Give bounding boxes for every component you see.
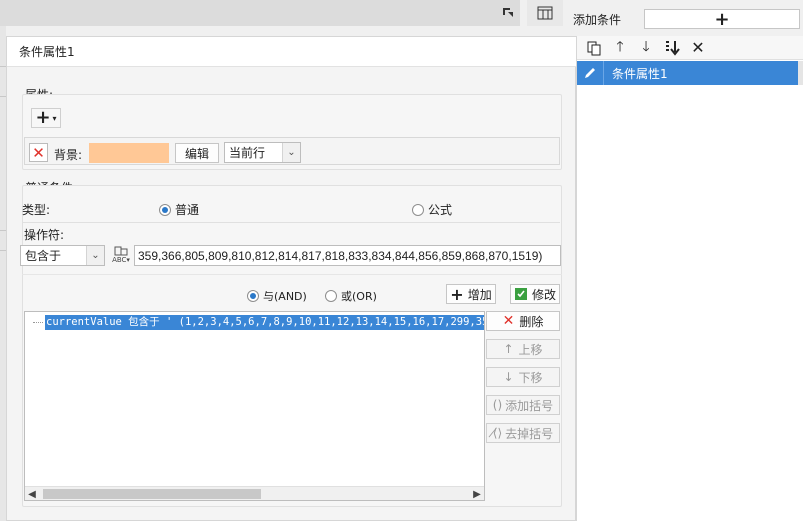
operator-select-value: 包含于 (25, 249, 62, 263)
logic-radio-or[interactable]: 或(OR) (325, 288, 377, 304)
layout-panel-tab[interactable] (527, 0, 563, 26)
type-radio-normal[interactable]: 普通 (159, 201, 199, 218)
delete-icon: ✕ (502, 313, 515, 329)
modify-icon (514, 288, 527, 300)
move-down-button[interactable]: ↓ 下移 (486, 367, 560, 387)
arrow-up-icon: ↑ (503, 342, 514, 356)
remove-bracket-button-label: 去掉括号 (505, 426, 554, 441)
scroll-thumb[interactable] (43, 489, 261, 499)
radio-unselected-icon (412, 203, 424, 216)
operator-label: 操作符: (24, 228, 65, 242)
add-condition-item-button[interactable]: + 增加 (446, 284, 496, 304)
radio-selected-icon (159, 203, 171, 216)
add-condition-label: 添加条件 (573, 13, 622, 27)
tree-connector (33, 322, 43, 323)
edit-button-label: 编辑 (184, 146, 209, 161)
type-radio-formula[interactable]: 公式 (412, 201, 452, 218)
type-radio-formula-label: 公式 (428, 203, 453, 217)
delete-icon[interactable]: ✕ (687, 37, 709, 59)
chevron-down-icon: ⌄ (86, 246, 104, 265)
add-bracket-button[interactable]: () 添加括号 (486, 395, 560, 415)
remove-bracket-button[interactable]: ⟨̸⟩ 去掉括号 (486, 423, 560, 443)
vertical-scrollbar[interactable] (798, 61, 803, 85)
remove-bracket-icon: ⟨̸⟩ (492, 426, 503, 440)
operand-value-input[interactable]: 359,366,805,809,810,812,814,817,818,833,… (134, 245, 561, 266)
modify-button[interactable]: 修改 (510, 284, 560, 304)
remove-attribute-button[interactable]: ✕ (29, 143, 48, 162)
background-color-swatch[interactable] (89, 143, 169, 163)
pencil-icon (577, 66, 603, 80)
add-condition-button[interactable]: + (644, 8, 800, 30)
logic-radio-or-label: 或(OR) (341, 290, 377, 303)
move-up-icon[interactable]: 🡑 (609, 37, 631, 59)
delete-button-label: 删除 (519, 314, 544, 329)
add-bracket-button-label: 添加括号 (505, 398, 554, 413)
layout-icon (537, 6, 553, 20)
delete-icon: ✕ (32, 143, 45, 162)
modify-button-label: 修改 (531, 287, 556, 302)
background-label: 背景: (54, 148, 83, 162)
operator-select[interactable]: 包含于 ⌄ (20, 245, 105, 266)
type-radio-normal-label: 普通 (175, 203, 200, 217)
move-down-icon[interactable]: 🡓 (635, 37, 657, 59)
radio-selected-icon (247, 290, 259, 302)
add-condition-item-label: 增加 (467, 287, 492, 302)
logic-radio-and[interactable]: 与(AND) (247, 288, 307, 304)
background-toolbar (0, 0, 520, 26)
condition-tree-row[interactable]: currentValue 包含于 ' (1,2,3,4,5,6,7,8,9,10… (45, 315, 484, 330)
radio-unselected-icon (325, 290, 337, 302)
scope-select[interactable]: 当前行 ⌄ (224, 142, 301, 163)
collapse-arrow-icon[interactable] (500, 4, 516, 20)
move-up-button-label: 上移 (518, 342, 543, 357)
condition-tree[interactable]: currentValue 包含于 ' (1,2,3,4,5,6,7,8,9,10… (24, 311, 485, 501)
bracket-icon: () (492, 398, 503, 412)
arrow-down-icon: ↓ (503, 370, 514, 384)
condition-attribute-dialog: 条件属性1 属性: + ▾ ✕ 背景: 编辑 当前行 ⌄ 普通条件 类型: 普通… (6, 36, 577, 521)
horizontal-scrollbar[interactable]: ◀ ▶ (25, 486, 484, 500)
chevron-down-icon: ▾ (52, 113, 57, 123)
move-down-button-label: 下移 (518, 370, 543, 385)
edit-button[interactable]: 编辑 (175, 143, 219, 163)
plus-icon: + (714, 8, 730, 30)
plus-icon: + (450, 284, 464, 304)
divider (22, 274, 562, 275)
condition-list-panel: 🡑 🡓 ✕ 条件属性1 (576, 36, 803, 521)
sort-icon[interactable] (661, 37, 683, 59)
delete-button[interactable]: ✕ 删除 (486, 311, 560, 331)
move-up-button[interactable]: ↑ 上移 (486, 339, 560, 359)
chevron-down-icon: ⌄ (282, 143, 300, 162)
condition-list-item[interactable]: 条件属性1 (577, 61, 799, 85)
dialog-title: 条件属性1 (7, 37, 577, 67)
logic-radio-and-label: 与(AND) (263, 290, 307, 303)
right-panel-header: 添加条件 + (563, 0, 803, 36)
type-label: 类型: (22, 203, 51, 217)
condition-list-toolbar: 🡑 🡓 ✕ (577, 36, 803, 60)
scroll-right-icon[interactable]: ▶ (470, 487, 484, 500)
copy-icon[interactable] (583, 37, 605, 59)
value-type-toggle-icon[interactable]: ABC▾ (110, 244, 132, 266)
divider (22, 222, 560, 223)
scroll-left-icon[interactable]: ◀ (25, 487, 39, 500)
scope-select-value: 当前行 (229, 146, 266, 160)
condition-list-item-label: 条件属性1 (603, 61, 668, 85)
add-attribute-dropdown[interactable]: + ▾ (31, 108, 61, 128)
plus-icon: + (35, 107, 51, 128)
